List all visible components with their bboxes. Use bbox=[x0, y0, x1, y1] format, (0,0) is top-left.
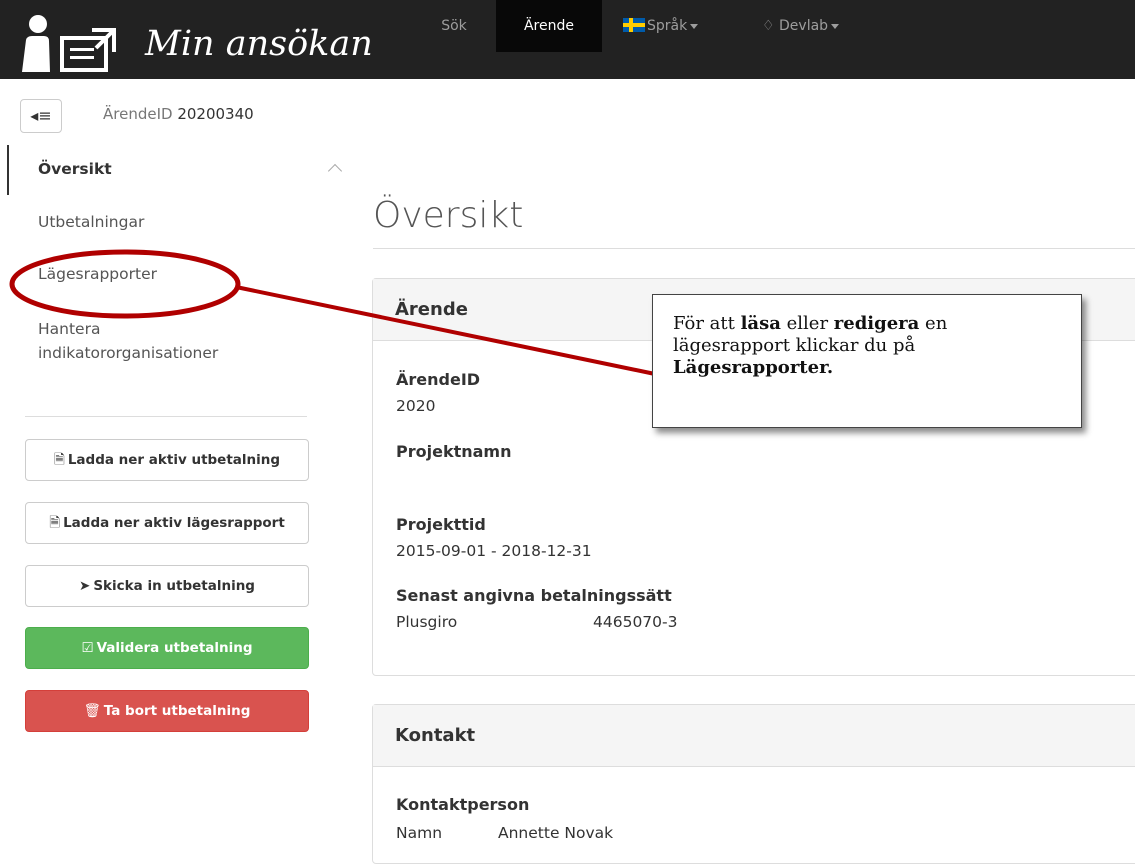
send-payment-button[interactable]: ➤ Skicka in utbetalning bbox=[25, 565, 309, 607]
contact-name-value: Annette Novak bbox=[498, 824, 614, 842]
project-time-label: Projekttid bbox=[396, 515, 486, 534]
case-id-field-value: 2020 bbox=[396, 397, 436, 415]
contact-person-label: Kontaktperson bbox=[396, 795, 530, 814]
contact-name-label: Namn bbox=[396, 824, 443, 842]
callout-text-1: För att bbox=[673, 313, 741, 334]
callout-bold-read: läsa bbox=[740, 313, 781, 334]
delete-payment-label: Ta bort utbetalning bbox=[103, 703, 251, 719]
chevron-up-icon[interactable] bbox=[327, 163, 343, 179]
nav-case-label: Ärende bbox=[523, 18, 574, 34]
contact-panel: Kontakt Kontaktperson Namn Annette Novak bbox=[372, 704, 1135, 864]
pdf-file-icon: 🗎 bbox=[49, 515, 61, 531]
contact-panel-heading: Kontakt bbox=[373, 705, 1135, 767]
page-title: Översikt bbox=[373, 195, 524, 236]
collapse-menu-icon: ◂≡ bbox=[30, 106, 52, 125]
callout-text-2: eller bbox=[780, 313, 834, 334]
delete-payment-button[interactable]: 🗑 Ta bort utbetalning bbox=[25, 690, 309, 732]
app-brand[interactable]: Min ansökan bbox=[145, 24, 373, 64]
nav-search-label: Sök bbox=[441, 18, 467, 34]
caret-down-icon bbox=[831, 23, 840, 29]
diamond-icon: ♢ bbox=[762, 18, 775, 34]
send-payment-label: Skicka in utbetalning bbox=[93, 578, 255, 594]
paper-plane-icon: ➤ bbox=[79, 578, 91, 594]
project-name-label: Projektnamn bbox=[396, 442, 512, 461]
breadcrumb: ÄrendeID 20200340 bbox=[103, 105, 254, 123]
case-id-field-label: ÄrendeID bbox=[396, 370, 481, 389]
nav-language-label: Språk bbox=[647, 18, 688, 34]
payment-method-type: Plusgiro bbox=[396, 613, 458, 631]
nav-search[interactable]: Sök bbox=[426, 0, 482, 52]
callout-bold-edit: redigera bbox=[833, 313, 920, 334]
active-indicator bbox=[7, 145, 9, 195]
validate-payment-button[interactable]: ☑ Validera utbetalning bbox=[25, 627, 309, 669]
sidebar-item-lagesrapporter[interactable]: Lägesrapporter bbox=[38, 265, 157, 283]
download-payment-button[interactable]: 🗎 Ladda ner aktiv utbetalning bbox=[25, 439, 309, 481]
case-id-label: ÄrendeID bbox=[103, 105, 173, 123]
caret-down-icon bbox=[690, 23, 699, 29]
person-document-icon bbox=[22, 15, 116, 72]
sidebar-item-oversikt[interactable]: Översikt bbox=[38, 160, 112, 178]
highlight-ellipse bbox=[9, 249, 241, 319]
project-time-value: 2015-09-01 - 2018-12-31 bbox=[396, 542, 592, 560]
sidebar-item-hantera-indikatororganisationer[interactable]: Hantera indikatororganisationer bbox=[38, 317, 248, 365]
nav-devlab-label: Devlab bbox=[779, 18, 829, 34]
pdf-file-icon: 🗎 bbox=[53, 452, 65, 468]
nav-devlab-dropdown[interactable]: ♢ Devlab bbox=[762, 0, 840, 52]
instruction-callout: För att läsa eller redigera en lägesrapp… bbox=[652, 294, 1082, 428]
nav-language-dropdown[interactable]: Språk bbox=[623, 0, 699, 52]
download-report-button[interactable]: 🗎 Ladda ner aktiv lägesrapport bbox=[25, 502, 309, 544]
download-payment-label: Ladda ner aktiv utbetalning bbox=[67, 452, 281, 468]
sidebar-divider bbox=[25, 416, 307, 417]
callout-bold-reports: Lägesrapporter. bbox=[673, 357, 834, 378]
trash-icon: 🗑 bbox=[83, 703, 101, 719]
download-report-label: Ladda ner aktiv lägesrapport bbox=[63, 515, 285, 531]
check-square-icon: ☑ bbox=[81, 640, 94, 656]
top-navbar: Min ansökan Sök Ärende Språk ♢ Devlab bbox=[0, 0, 1135, 79]
sidebar-toggle-button[interactable]: ◂≡ bbox=[20, 99, 62, 133]
payment-method-label: Senast angivna betalningssätt bbox=[396, 586, 672, 605]
swedish-flag-icon bbox=[623, 18, 645, 32]
validate-payment-label: Validera utbetalning bbox=[96, 640, 253, 656]
payment-method-number: 4465070-3 bbox=[593, 613, 678, 631]
title-divider bbox=[373, 248, 1135, 249]
sidebar-item-utbetalningar[interactable]: Utbetalningar bbox=[38, 213, 144, 231]
nav-case[interactable]: Ärende bbox=[496, 0, 602, 52]
case-id-value: 20200340 bbox=[177, 105, 254, 123]
